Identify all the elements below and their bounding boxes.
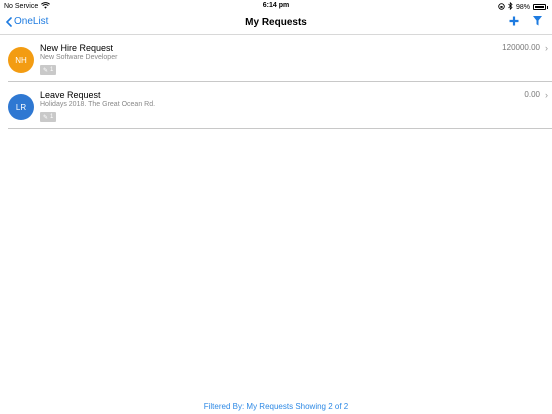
battery-percent: 98%: [515, 3, 530, 11]
chevron-right-icon: ›: [545, 43, 548, 53]
chevron-right-icon: ›: [545, 90, 548, 100]
request-title: Leave Request: [40, 90, 101, 100]
nav-actions: [509, 16, 542, 26]
navigation-bar: OneList My Requests: [0, 12, 552, 35]
attachment-badge: ✎ 1: [40, 65, 57, 75]
bluetooth-icon: [508, 1, 513, 12]
request-title: New Hire Request: [40, 43, 114, 53]
attachment-count: 1: [50, 67, 54, 73]
plus-icon: [509, 16, 519, 26]
status-time: 6:14 pm: [262, 2, 290, 9]
filter-icon: [533, 16, 542, 26]
avatar: LR: [8, 94, 34, 120]
filter-status-footer: Filtered By: My Requests Showing 2 of 2: [203, 402, 349, 411]
paperclip-icon: ✎: [43, 67, 49, 74]
battery-fill: [535, 6, 544, 8]
add-request-button[interactable]: [509, 16, 519, 26]
attachment-badge: ✎ 1: [40, 112, 57, 122]
battery-tip: [547, 5, 548, 9]
avatar: NH: [8, 47, 34, 73]
request-list: NH New Hire Request New Software Develop…: [8, 35, 552, 129]
request-amount: 120000.00: [502, 43, 540, 52]
page-title: My Requests: [245, 17, 307, 28]
request-amount: 0.00: [524, 90, 540, 99]
request-subtitle: New Software Developer: [40, 54, 118, 61]
filter-button[interactable]: [533, 16, 542, 26]
request-subtitle: Holidays 2018. The Great Ocean Rd.: [40, 101, 156, 108]
rotation-lock-icon: [498, 2, 505, 12]
status-bar: No Service 6:14 pm 98%: [0, 0, 552, 12]
request-row-leave[interactable]: LR Leave Request Holidays 2018. The Grea…: [8, 82, 552, 129]
attachment-count: 1: [50, 114, 54, 120]
paperclip-icon: ✎: [43, 114, 49, 121]
request-row-new-hire[interactable]: NH New Hire Request New Software Develop…: [8, 35, 552, 82]
status-right: 98%: [498, 1, 548, 12]
battery-icon: [533, 4, 546, 10]
